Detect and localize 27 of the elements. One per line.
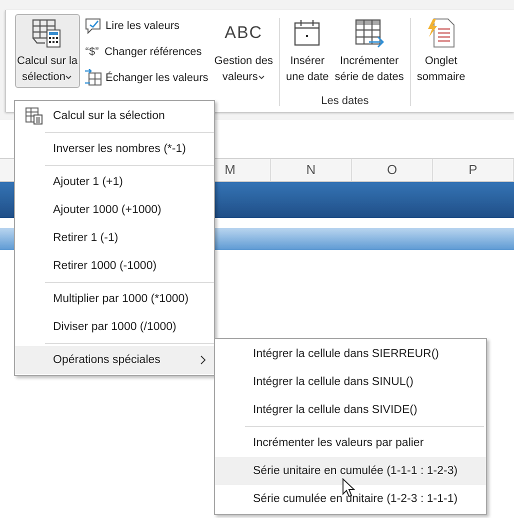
ribbon-button[interactable]: Calcul sur la sélection xyxy=(15,14,80,88)
ribbon-button[interactable]: ABC Gestion des valeurs xyxy=(212,14,275,88)
menu-item[interactable]: Intégrer la cellule dans SIERREUR() xyxy=(215,340,486,368)
menu-item[interactable]: Diviser par 1000 (/1000) xyxy=(15,313,214,341)
menu-item[interactable]: Intégrer la cellule dans SINUL() xyxy=(215,368,486,396)
menu-item[interactable]: Intégrer la cellule dans SIVIDE() xyxy=(215,396,486,424)
menu-item[interactable]: Série unitaire en cumulée (1-1-1 : 1-2-3) xyxy=(215,457,486,485)
ribbon-button[interactable]: “$” Changer références xyxy=(82,40,210,63)
ribbon-button[interactable]: Onglet sommaire xyxy=(414,14,468,88)
ribbon-button[interactable]: Insérer une date xyxy=(284,14,331,88)
abc-icon: ABC xyxy=(224,25,263,41)
menu-item[interactable]: Incrémenter les valeurs par palier xyxy=(215,429,486,457)
menu-item[interactable]: Série cumulée en unitaire (1-2-3 : 1-1-1) xyxy=(215,485,486,513)
column-header[interactable]: N xyxy=(271,159,352,181)
ribbon-button[interactable]: Échanger les valeurs xyxy=(82,66,210,89)
dollar-quotes-icon: “$” xyxy=(84,46,101,58)
column-header[interactable]: O xyxy=(352,159,433,181)
menu-item[interactable]: Multiplier par 1000 (*1000) xyxy=(15,285,214,313)
menu-item[interactable]: Calcul sur la sélection xyxy=(15,102,214,130)
group-label: Les dates xyxy=(320,95,370,109)
ribbon-button[interactable]: Lire les valeurs xyxy=(82,14,210,37)
ribbon-button[interactable]: Incrémenter série de dates xyxy=(332,14,406,88)
column-header[interactable]: P xyxy=(433,159,514,181)
menu-item[interactable]: Opérations spéciales xyxy=(15,346,214,374)
menu-item[interactable]: Retirer 1000 (-1000) xyxy=(15,252,214,280)
menu-item[interactable]: Ajouter 1000 (+1000) xyxy=(15,196,214,224)
menu-item[interactable]: Retirer 1 (-1) xyxy=(15,224,214,252)
